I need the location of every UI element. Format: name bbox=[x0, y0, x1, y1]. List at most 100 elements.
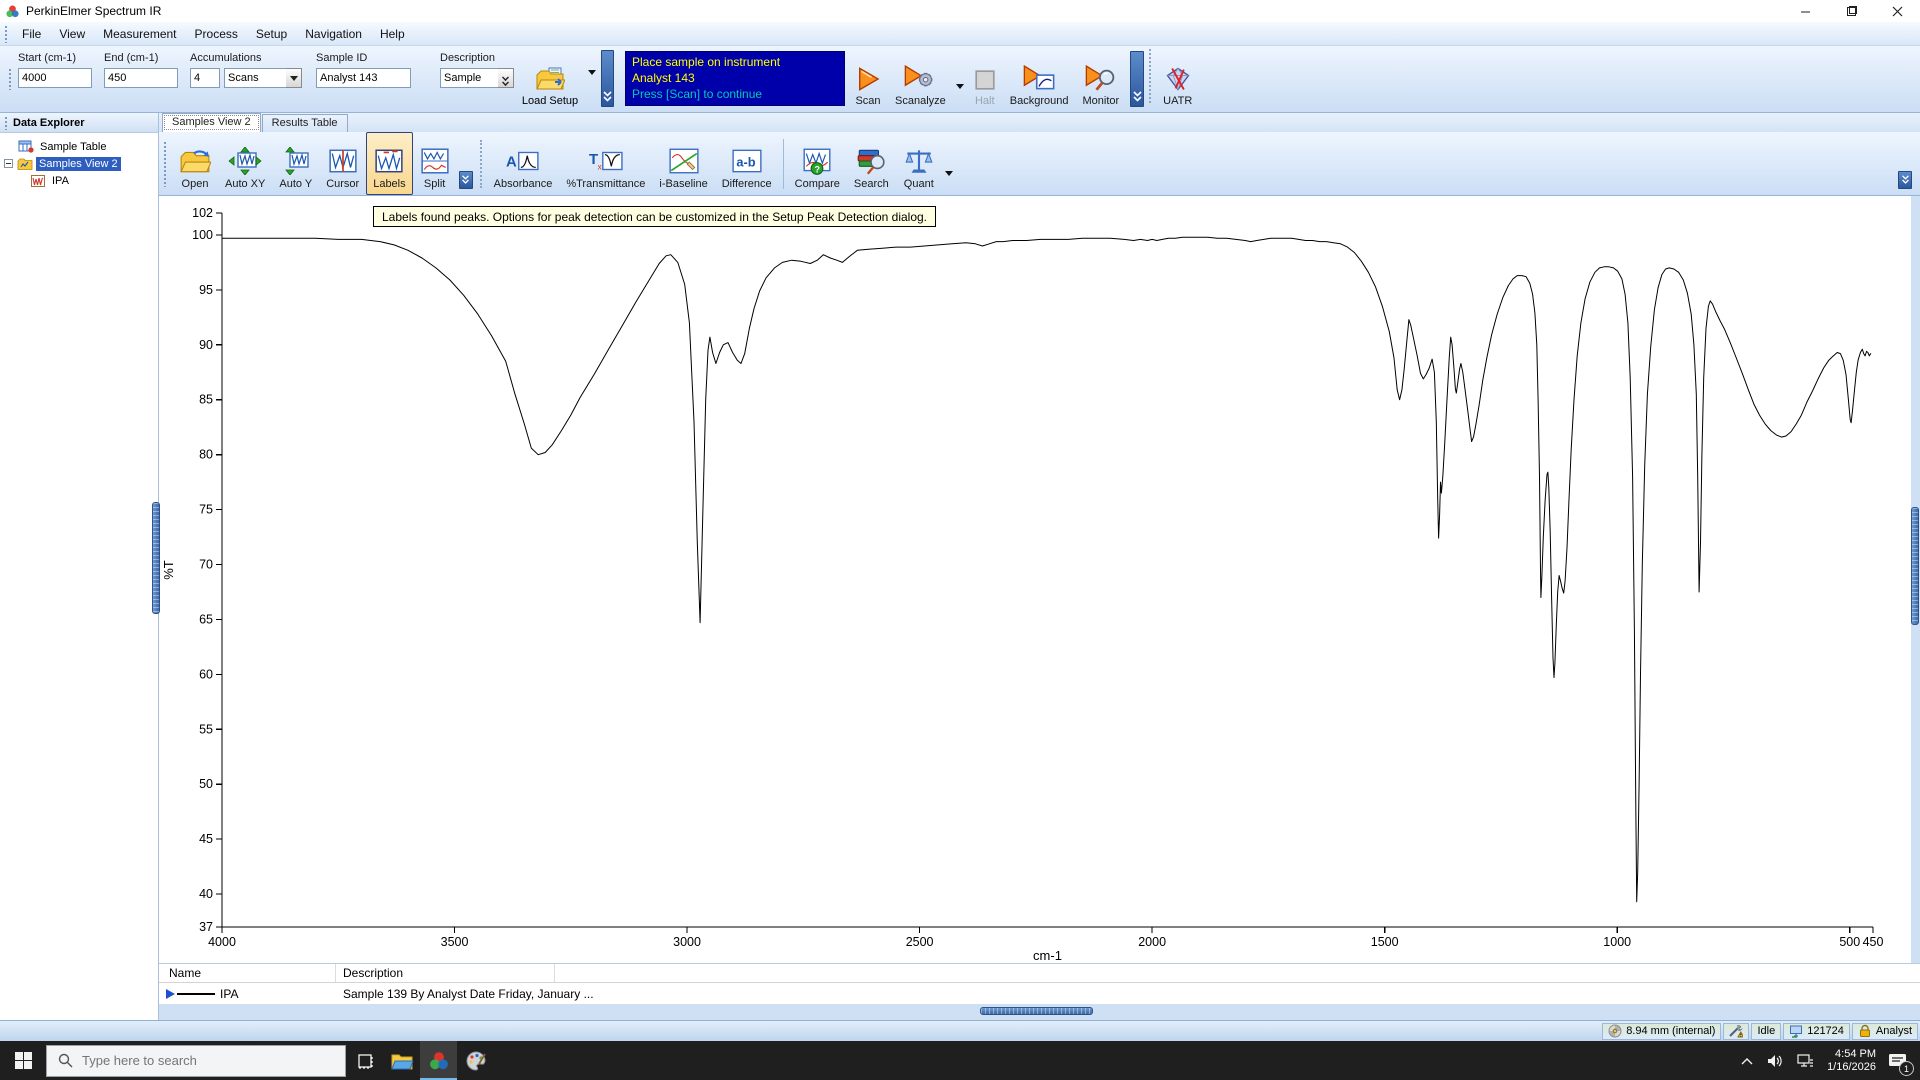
ibaseline-button[interactable]: i-Baseline bbox=[652, 132, 714, 195]
clock-date: 1/16/2026 bbox=[1827, 1060, 1876, 1073]
panel-grip bbox=[4, 115, 8, 130]
scan-button[interactable]: Scan bbox=[848, 49, 888, 109]
tray-expand-button[interactable] bbox=[1734, 1041, 1760, 1080]
description-expand-button[interactable] bbox=[498, 68, 514, 88]
view-toolbar-overflow-chevron[interactable] bbox=[1898, 171, 1912, 189]
halt-square-icon bbox=[975, 70, 995, 90]
description-input[interactable] bbox=[440, 68, 498, 88]
status-instrument-serial: 121724 bbox=[1783, 1022, 1850, 1040]
end-input[interactable] bbox=[104, 68, 178, 88]
quant-button[interactable]: Quant bbox=[896, 132, 942, 195]
right-splitter-handle[interactable] bbox=[1911, 507, 1919, 625]
menu-process[interactable]: Process bbox=[186, 23, 247, 45]
app-logo-icon bbox=[6, 5, 19, 17]
tree-item-sample-table[interactable]: Sample Table bbox=[4, 138, 158, 155]
scan-group-overflow-chevron[interactable] bbox=[1130, 51, 1145, 107]
transmittance-button[interactable]: T x %Transmittance bbox=[559, 132, 652, 195]
menu-setup[interactable]: Setup bbox=[247, 23, 296, 45]
legend-header-name: Name bbox=[159, 964, 336, 982]
search-input[interactable] bbox=[82, 1053, 312, 1068]
svg-text:100: 100 bbox=[192, 228, 213, 242]
uatr-button[interactable]: UATR bbox=[1156, 49, 1199, 109]
cursor-button[interactable]: Cursor bbox=[319, 132, 366, 195]
sample-id-input[interactable] bbox=[316, 68, 411, 88]
quant-dropdown[interactable] bbox=[944, 151, 953, 176]
scans-unit-input[interactable] bbox=[224, 68, 286, 88]
view-toolbar: Open Auto XY Auto Y Cursor Labels Split … bbox=[159, 132, 1920, 196]
windows-logo-icon bbox=[14, 1052, 32, 1069]
search-button[interactable]: Search bbox=[847, 132, 896, 195]
load-setup-dropdown[interactable] bbox=[588, 70, 596, 75]
accumulations-input[interactable] bbox=[190, 68, 220, 88]
start-button[interactable] bbox=[0, 1041, 46, 1080]
svg-text:75: 75 bbox=[199, 503, 213, 517]
menu-navigation[interactable]: Navigation bbox=[296, 23, 371, 45]
play-icon bbox=[859, 67, 880, 91]
spectrum-chart-area: 102 100 95 90 85 80 75 70 65 60 55 50 45 40 37 4000 3500… bbox=[159, 196, 1920, 963]
taskbar-clock[interactable]: 4:54 PM 1/16/2026 bbox=[1821, 1048, 1882, 1074]
instrument-message-box: Place sample on instrument Analyst 143 P… bbox=[625, 51, 845, 106]
atr-crystal-icon bbox=[1608, 1024, 1622, 1038]
transmittance-icon: T x bbox=[589, 151, 623, 172]
tab-samples-view-2[interactable]: Samples View 2 bbox=[162, 113, 261, 132]
action-center-button[interactable]: 1 bbox=[1882, 1041, 1920, 1080]
task-view-icon bbox=[357, 1053, 373, 1069]
menu-view[interactable]: View bbox=[50, 23, 94, 45]
svg-text:70: 70 bbox=[199, 558, 213, 572]
network-button[interactable] bbox=[1790, 1041, 1821, 1080]
start-field: Start (cm-1) bbox=[18, 52, 92, 88]
paint-app-button[interactable] bbox=[457, 1041, 494, 1080]
start-input[interactable] bbox=[18, 68, 92, 88]
lock-icon bbox=[1859, 1024, 1870, 1037]
tree-item-samples-view-2[interactable]: Samples View 2 bbox=[4, 155, 158, 172]
task-view-button[interactable] bbox=[346, 1041, 383, 1080]
left-splitter-handle[interactable] bbox=[152, 502, 160, 614]
load-setup-folder-icon bbox=[536, 67, 565, 90]
scanalyze-button[interactable]: Scanalyze bbox=[888, 49, 953, 109]
tab-results-table[interactable]: Results Table bbox=[261, 114, 348, 132]
menu-help[interactable]: Help bbox=[371, 23, 414, 45]
svg-text:45: 45 bbox=[199, 832, 213, 846]
scanalyze-dropdown[interactable] bbox=[955, 70, 964, 89]
tree-item-ipa[interactable]: IPA bbox=[4, 172, 158, 189]
minimize-button[interactable] bbox=[1782, 0, 1828, 22]
open-button[interactable]: Open bbox=[172, 132, 218, 195]
labels-button[interactable]: Labels bbox=[366, 132, 413, 195]
end-label: End (cm-1) bbox=[104, 52, 159, 64]
sample-id-field: Sample ID bbox=[316, 52, 411, 88]
search-books-icon bbox=[857, 149, 885, 175]
monitor-button[interactable]: Monitor bbox=[1075, 49, 1126, 109]
load-setup-button[interactable]: Load Setup bbox=[518, 49, 582, 107]
bottom-splitter-handle[interactable] bbox=[980, 1007, 1093, 1015]
menu-measurement[interactable]: Measurement bbox=[94, 23, 185, 45]
taskbar-search[interactable] bbox=[46, 1044, 346, 1077]
file-explorer-button[interactable] bbox=[383, 1041, 420, 1080]
auto-xy-button[interactable]: Auto XY bbox=[218, 132, 272, 195]
tree-collapse-icon[interactable] bbox=[4, 159, 13, 168]
svg-text:A: A bbox=[506, 154, 517, 170]
data-explorer-header: Data Explorer bbox=[0, 113, 158, 133]
display-group-overflow-chevron[interactable] bbox=[458, 171, 473, 189]
svg-text:cm-1: cm-1 bbox=[1033, 948, 1062, 963]
spectrum-app-button[interactable] bbox=[420, 1041, 457, 1080]
scans-dropdown-button[interactable] bbox=[286, 68, 302, 88]
maximize-button[interactable] bbox=[1828, 0, 1874, 22]
windows-taskbar: 4:54 PM 1/16/2026 1 bbox=[0, 1041, 1920, 1080]
background-button[interactable]: Background bbox=[1003, 49, 1076, 109]
toolbar-separator bbox=[1149, 49, 1152, 103]
legend-row-ipa[interactable]: IPA Sample 139 By Analyst Date Friday, J… bbox=[159, 983, 1920, 1004]
close-button[interactable] bbox=[1874, 0, 1920, 22]
accumulations-field: Accumulations bbox=[190, 52, 302, 88]
compare-button[interactable]: ? Compare bbox=[788, 132, 847, 195]
difference-button[interactable]: a-b Difference bbox=[715, 132, 779, 195]
title-bar: PerkinElmer Spectrum IR bbox=[0, 0, 1920, 22]
split-button[interactable]: Split bbox=[413, 132, 457, 195]
tools-warning-icon bbox=[1729, 1025, 1744, 1038]
toolbar-overflow-chevron[interactable] bbox=[601, 50, 614, 107]
absorbance-button[interactable]: A Absorbance bbox=[487, 132, 560, 195]
end-field: End (cm-1) bbox=[104, 52, 178, 88]
volume-button[interactable] bbox=[1760, 1041, 1790, 1080]
auto-y-button[interactable]: Auto Y bbox=[272, 132, 319, 195]
menu-file[interactable]: File bbox=[13, 23, 50, 45]
svg-text:50: 50 bbox=[199, 777, 213, 791]
